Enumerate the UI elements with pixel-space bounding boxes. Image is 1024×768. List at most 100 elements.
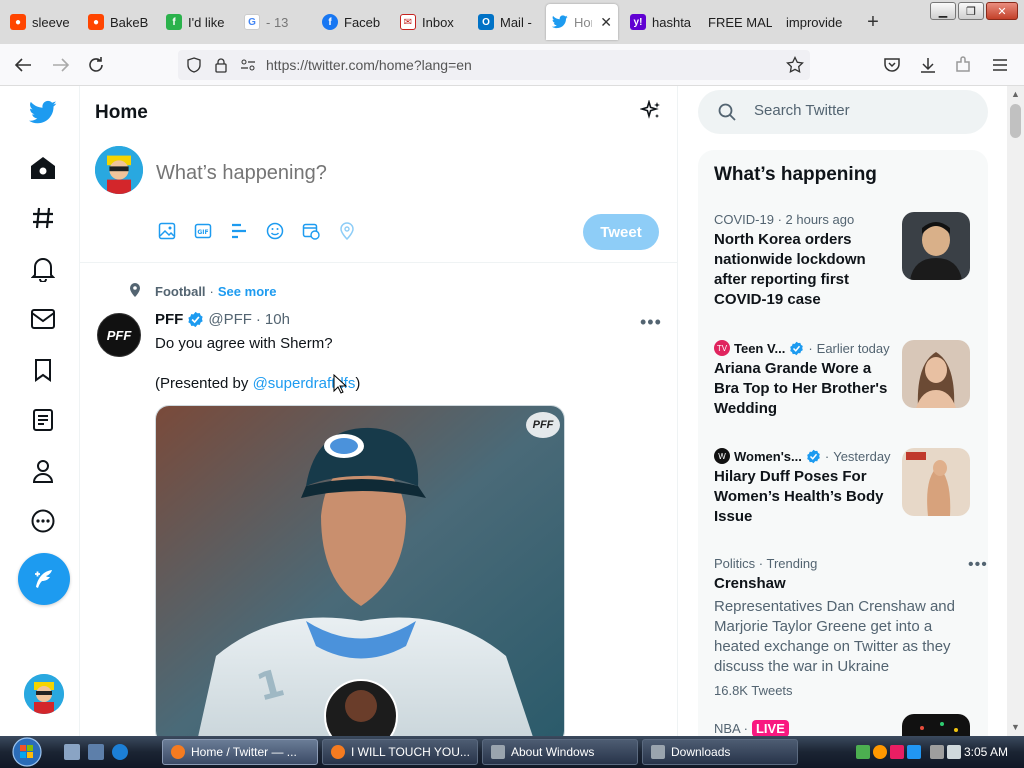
reddit-icon: ● (10, 14, 26, 30)
nav-notifications[interactable] (29, 255, 57, 283)
outlook-icon: O (478, 14, 494, 30)
pocket-icon (884, 58, 900, 72)
browser-tab-twitter-active[interactable]: Hor ✕ (546, 4, 618, 40)
search-input[interactable] (754, 102, 954, 119)
schedule-button[interactable] (300, 220, 322, 242)
tweet-author-name[interactable]: PFF (155, 311, 183, 328)
forward-button[interactable] (48, 52, 74, 78)
news-photo-icon (902, 340, 970, 408)
composer-avatar[interactable] (95, 146, 143, 194)
twitter-left-nav (0, 86, 80, 736)
trend-item-5[interactable]: NBA · LIVE (714, 714, 984, 736)
tweet-author-avatar[interactable]: PFF (95, 311, 143, 359)
trend-headline: Ariana Grande Wore a Bra Top to Her Brot… (714, 360, 888, 417)
taskbar-item-about-windows[interactable]: About Windows (482, 739, 638, 765)
teen-vogue-logo-icon: TV (714, 340, 730, 356)
trend-item-2[interactable]: TV Teen V... · Earlier today Ariana Gran… (714, 340, 984, 419)
tray-search-icon[interactable] (873, 745, 887, 759)
trend-context: Politics · Trending (714, 556, 818, 571)
tweet-topic-line: Football · See more (155, 284, 277, 299)
location-button[interactable] (336, 220, 358, 242)
gif-button[interactable]: GIF (192, 220, 214, 242)
nav-bookmarks[interactable] (29, 356, 57, 384)
pocket-button[interactable] (879, 52, 905, 78)
close-window-button[interactable]: ✕ (986, 2, 1018, 20)
twitter-logo-link[interactable] (29, 98, 57, 126)
internet-explorer-icon[interactable] (112, 744, 128, 760)
trend-item-3[interactable]: W Women's... · Yesterday Hilary Duff Pos… (714, 448, 984, 527)
browser-tab-2[interactable]: ● BakeB (82, 4, 160, 40)
scrollbar-thumb[interactable] (1010, 104, 1021, 138)
trend-item-1[interactable]: COVID-19 · 2 hours ago North Korea order… (714, 212, 984, 310)
nav-lists[interactable] (29, 406, 57, 434)
new-tab-button[interactable]: + (862, 8, 884, 36)
nav-more[interactable] (29, 507, 57, 535)
tray-app-icon[interactable] (907, 745, 921, 759)
compose-tweet-button[interactable] (18, 553, 70, 605)
browser-tab-bar: ● sleeve ● BakeB f I'd like G - 13 f Fac… (0, 0, 1024, 44)
taskbar-item-firefox-twitter[interactable]: Home / Twitter — ... (162, 739, 318, 765)
show-desktop-icon[interactable] (64, 744, 80, 760)
taskbar-item-firefox-2[interactable]: I WILL TOUCH YOU... (322, 739, 478, 765)
switch-windows-icon[interactable] (88, 744, 104, 760)
browser-tab-3[interactable]: f I'd like (160, 4, 238, 40)
nav-profile[interactable] (29, 457, 57, 485)
scroll-down-icon[interactable]: ▼ (1011, 722, 1020, 732)
tweet-more-options-icon[interactable]: ••• (640, 312, 662, 333)
tweet-time[interactable]: 10h (265, 311, 290, 328)
tweet-handle[interactable]: @PFF (208, 311, 252, 328)
topic-label[interactable]: Football (155, 284, 206, 299)
system-tray (856, 740, 961, 764)
browser-tab-10[interactable]: FREE MAL (702, 4, 778, 40)
extensions-button[interactable] (950, 52, 976, 78)
back-button[interactable] (10, 52, 36, 78)
minimize-button[interactable]: ▁ (930, 2, 956, 20)
maximize-button[interactable]: ❐ (958, 2, 984, 20)
womens-health-logo-icon: W (714, 448, 730, 464)
tweet-submit-button[interactable]: Tweet (583, 214, 659, 250)
taskbar-item-downloads[interactable]: Downloads (642, 739, 798, 765)
trend-item-4[interactable]: Politics · Trending ••• Crenshaw Represe… (714, 556, 987, 698)
address-bar[interactable]: https://twitter.com/home?lang=en (178, 50, 810, 80)
start-button[interactable] (6, 737, 48, 767)
tray-app-icon[interactable] (890, 745, 904, 759)
downloads-button[interactable] (915, 52, 941, 78)
permissions-icon (241, 59, 255, 71)
taskbar-clock[interactable]: 3:05 AM (964, 745, 1008, 759)
tray-app-icon[interactable] (856, 745, 870, 759)
tweet-composer-input[interactable] (156, 162, 576, 185)
search-box[interactable] (698, 90, 988, 134)
browser-tab-9[interactable]: y! hashta (624, 4, 700, 40)
trend-source: Women's... (734, 448, 802, 464)
nav-home[interactable] (29, 154, 57, 182)
tab-close-icon[interactable]: ✕ (600, 14, 612, 31)
volume-muted-icon[interactable] (947, 745, 961, 759)
scroll-up-icon[interactable]: ▲ (1011, 89, 1020, 99)
page-scrollbar[interactable]: ▲ ▼ (1007, 86, 1024, 736)
tweet-media-image[interactable]: 1 PFF (155, 405, 565, 736)
nav-messages[interactable] (29, 305, 57, 333)
media-button[interactable] (156, 220, 178, 242)
browser-tab-7[interactable]: O Mail - (472, 4, 546, 40)
nav-explore[interactable] (29, 204, 57, 232)
emoji-button[interactable] (264, 220, 286, 242)
menu-button[interactable] (987, 52, 1013, 78)
calendar-clock-icon (302, 223, 320, 240)
top-tweets-button[interactable] (639, 99, 664, 124)
hashtag-icon (33, 207, 53, 229)
poll-button[interactable] (228, 220, 250, 242)
browser-tab-6[interactable]: ✉ Inbox (394, 4, 472, 40)
network-icon[interactable] (930, 745, 944, 759)
home-icon (31, 157, 55, 179)
trend-more-options-icon[interactable]: ••• (968, 556, 988, 574)
account-avatar[interactable] (24, 674, 64, 714)
browser-tab-11[interactable]: improvide (780, 4, 858, 40)
reload-button[interactable] (83, 52, 109, 78)
news-photo-icon (902, 714, 970, 736)
browser-tab-4[interactable]: G - 13 (238, 4, 316, 40)
verified-badge-icon (790, 341, 804, 355)
verified-badge-icon (807, 449, 820, 463)
browser-tab-1[interactable]: ● sleeve (4, 4, 82, 40)
see-more-link[interactable]: See more (218, 284, 277, 299)
browser-tab-5[interactable]: f Faceb (316, 4, 394, 40)
